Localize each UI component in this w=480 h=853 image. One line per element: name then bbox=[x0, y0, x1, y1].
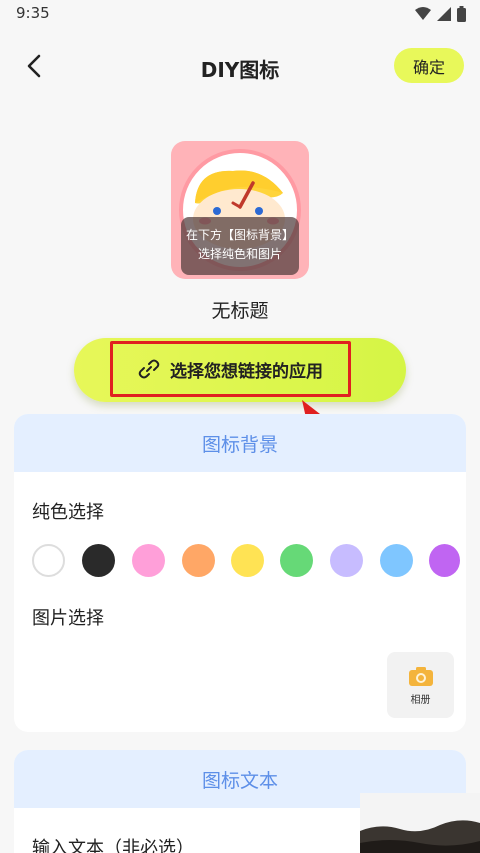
icon-preview[interactable]: 在下方【图标背景】 选择纯色和图片 bbox=[171, 141, 309, 279]
status-time: 9:35 bbox=[16, 4, 50, 22]
camera-icon bbox=[408, 666, 433, 686]
swatch-pink[interactable] bbox=[132, 544, 165, 577]
text-input-label: 输入文本（非必选） bbox=[32, 838, 194, 853]
signal-icon bbox=[437, 7, 451, 21]
color-swatch-row bbox=[32, 544, 464, 578]
preview-hint-line2: 选择纯色和图片 bbox=[197, 247, 282, 261]
swatch-sky-blue[interactable] bbox=[380, 544, 413, 577]
swatch-yellow[interactable] bbox=[231, 544, 264, 577]
wifi-icon bbox=[415, 7, 431, 20]
thumbnail-image-icon bbox=[360, 793, 480, 853]
corner-thumbnail bbox=[360, 793, 480, 853]
swatch-orange[interactable] bbox=[182, 544, 215, 577]
swatch-green[interactable] bbox=[280, 544, 313, 577]
link-app-label: 选择您想链接的应用 bbox=[170, 361, 323, 382]
swatch-purple[interactable] bbox=[429, 544, 460, 577]
swatch-white[interactable] bbox=[32, 544, 65, 577]
confirm-button[interactable]: 确定 bbox=[394, 48, 464, 83]
preview-hint: 在下方【图标背景】 选择纯色和图片 bbox=[181, 217, 299, 275]
icon-name: 无标题 bbox=[211, 300, 269, 322]
image-select-label: 图片选择 bbox=[32, 608, 104, 629]
battery-icon bbox=[457, 6, 466, 22]
preview-hint-line1: 在下方【图标背景】 bbox=[185, 228, 294, 242]
swatch-lavender[interactable] bbox=[330, 544, 363, 577]
album-label: 相册 bbox=[410, 694, 431, 706]
album-button[interactable]: 相册 bbox=[387, 652, 454, 718]
background-section: 图标背景 纯色选择 图片选择 相册 bbox=[14, 414, 466, 732]
solid-color-label: 纯色选择 bbox=[32, 502, 104, 523]
status-icons bbox=[415, 6, 466, 22]
link-app-highlight[interactable]: 选择您想链接的应用 bbox=[110, 341, 351, 397]
header: DIY图标 确定 bbox=[0, 36, 480, 96]
status-bar: 9:35 bbox=[0, 0, 480, 28]
link-icon bbox=[138, 359, 160, 379]
background-section-title: 图标背景 bbox=[14, 414, 466, 472]
swatch-black[interactable] bbox=[82, 544, 115, 577]
